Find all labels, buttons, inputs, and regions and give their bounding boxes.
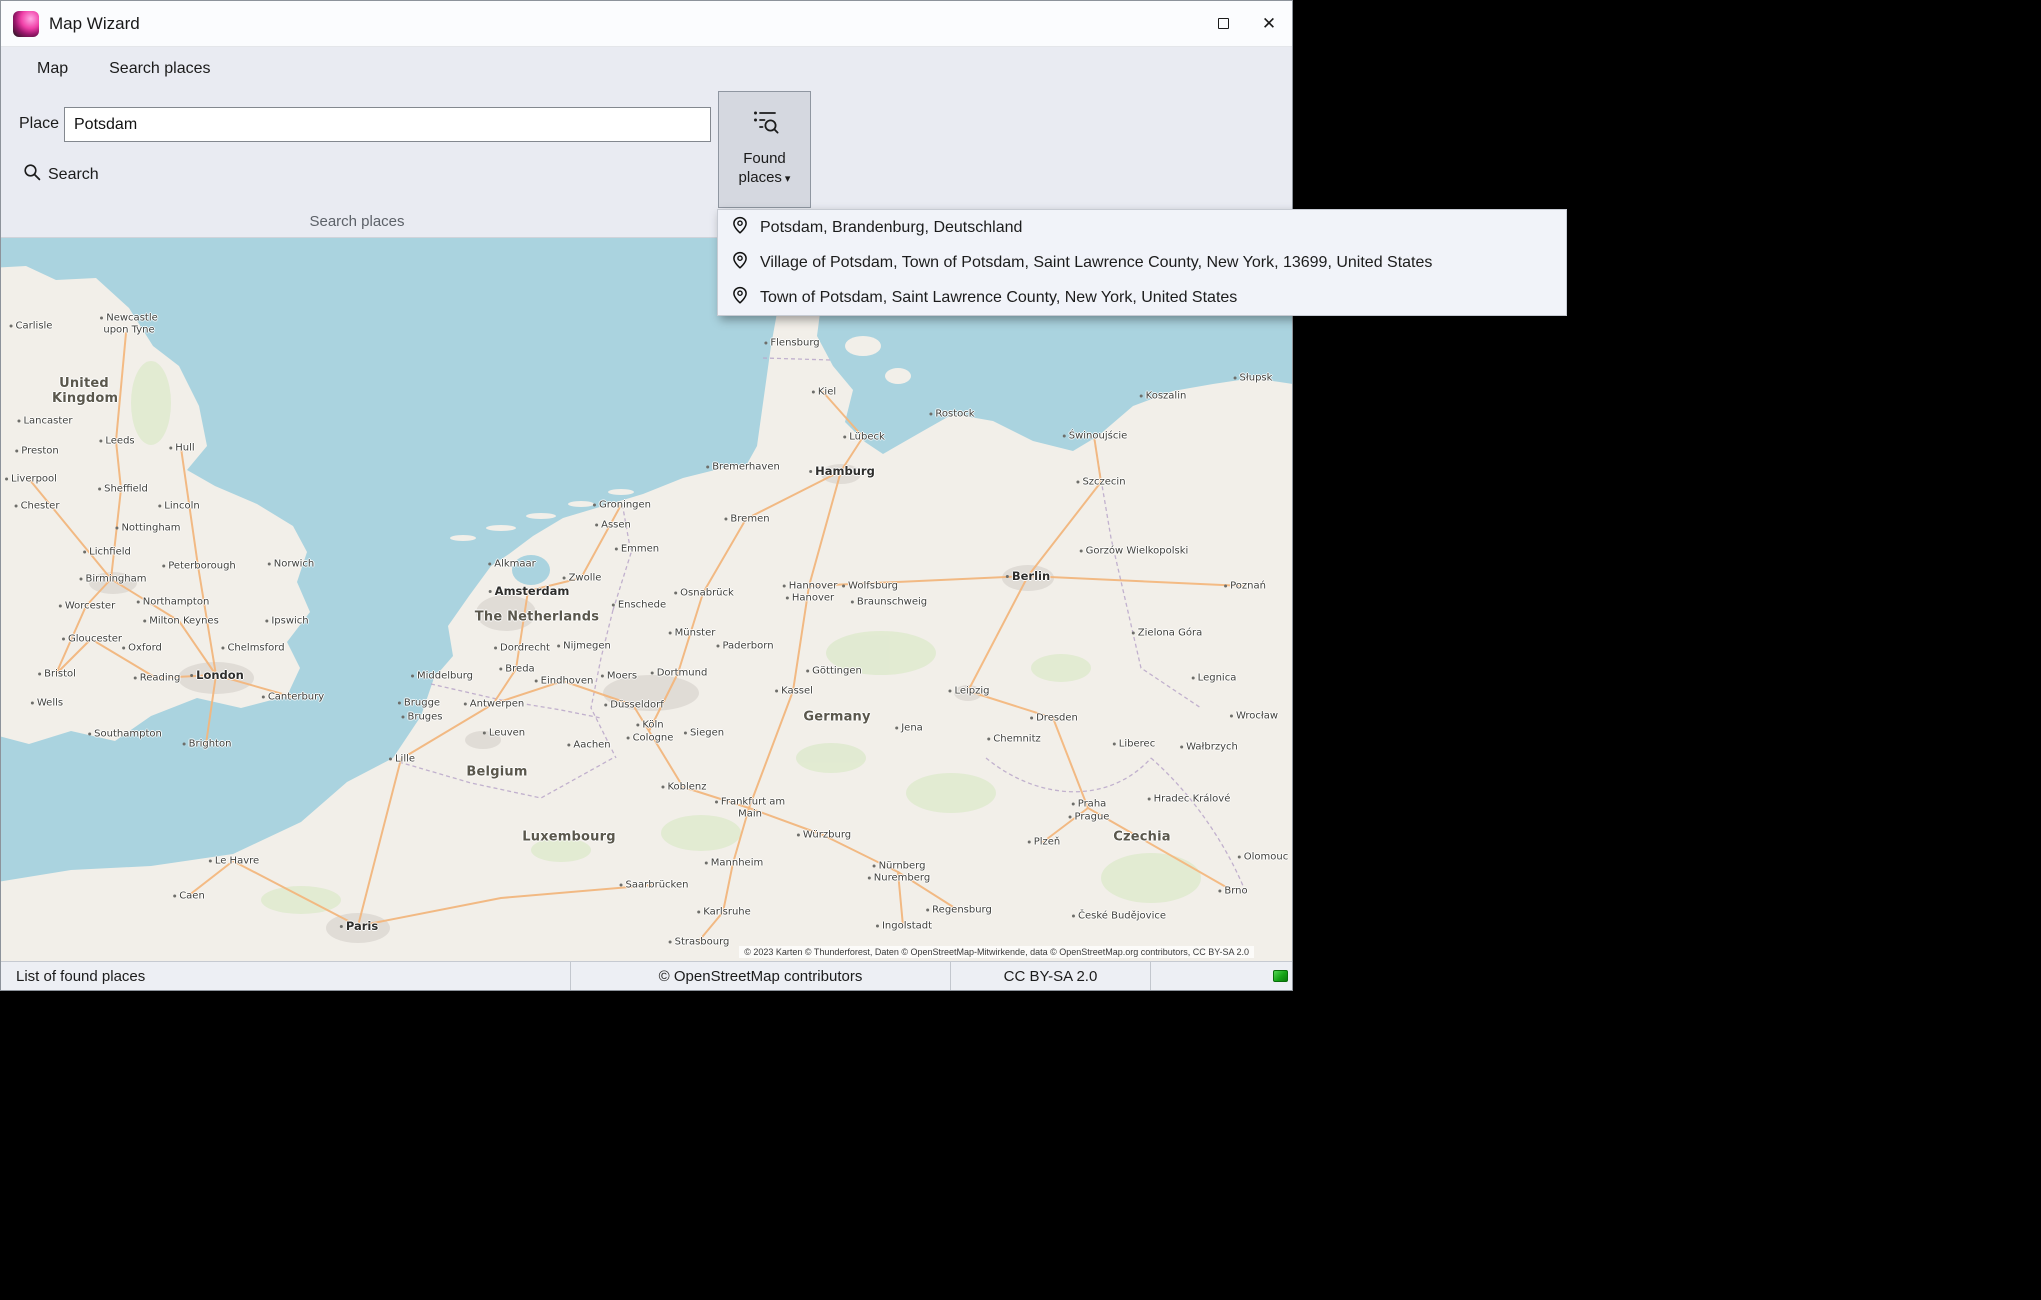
desktop: Map Wizard ✕ Map Search places Place	[0, 0, 2041, 1300]
statusbar-grip-section	[1151, 962, 1292, 990]
app-window: Map Wizard ✕ Map Search places Place	[0, 0, 1293, 991]
statusbar-attribution: © OpenStreetMap contributors	[571, 962, 951, 990]
statusbar: List of found places © OpenStreetMap con…	[1, 961, 1292, 990]
found-place-item[interactable]: Village of Potsdam, Town of Potsdam, Sai…	[718, 245, 1566, 280]
found-place-item[interactable]: Potsdam, Brandenburg, Deutschland	[718, 210, 1566, 245]
titlebar: Map Wizard ✕	[1, 1, 1292, 47]
map-pin-icon	[731, 216, 749, 239]
app-icon	[13, 11, 39, 37]
place-input[interactable]	[64, 107, 711, 142]
search-button[interactable]: Search	[17, 159, 105, 191]
found-places-label-line1: Found	[743, 149, 786, 168]
found-place-text: Town of Potsdam, Saint Lawrence County, …	[760, 289, 1237, 307]
menu-item-map[interactable]: Map	[37, 60, 68, 78]
search-button-label: Search	[48, 166, 99, 184]
chevron-down-icon: ▾	[785, 173, 791, 185]
close-icon: ✕	[1262, 14, 1276, 34]
map-attribution: © 2023 Karten © Thunderforest, Daten © O…	[739, 946, 1254, 958]
map-pin-icon	[731, 286, 749, 309]
window-title: Map Wizard	[49, 14, 140, 34]
menu-item-search-places[interactable]: Search places	[109, 60, 210, 78]
maximize-icon	[1218, 18, 1229, 29]
statusbar-license: CC BY-SA 2.0	[951, 962, 1151, 990]
search-icon	[23, 163, 42, 187]
maximize-button[interactable]	[1200, 1, 1246, 47]
found-place-text: Potsdam, Brandenburg, Deutschland	[760, 219, 1022, 237]
found-places-dropdown: Potsdam, Brandenburg, Deutschland Villag…	[717, 209, 1567, 316]
menubar: Map Search places	[1, 47, 1292, 91]
found-places-label-line2: places	[739, 169, 782, 186]
place-label: Place	[19, 115, 59, 133]
resize-grip-icon[interactable]	[1273, 970, 1288, 982]
map-pin-icon	[731, 251, 749, 274]
found-places-icon	[750, 105, 780, 140]
map-canvas[interactable]: CarlisleNewcastle upon TyneUnited Kingdo…	[1, 238, 1292, 961]
found-place-item[interactable]: Town of Potsdam, Saint Lawrence County, …	[718, 280, 1566, 315]
close-button[interactable]: ✕	[1246, 1, 1292, 47]
found-place-text: Village of Potsdam, Town of Potsdam, Sai…	[760, 254, 1432, 272]
basemap-svg	[1, 238, 1292, 961]
found-places-button[interactable]: Found places▾	[718, 91, 811, 208]
ribbon-group-label: Search places	[1, 213, 713, 230]
statusbar-left: List of found places	[1, 962, 571, 990]
